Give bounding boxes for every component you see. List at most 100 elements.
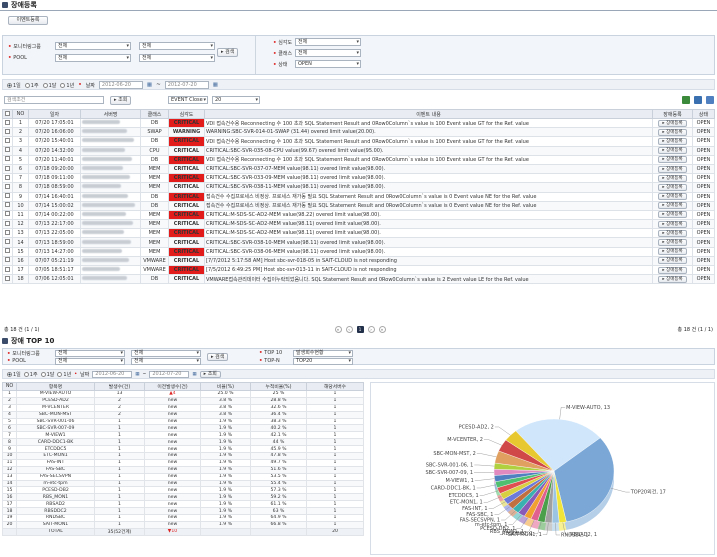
- top10-row[interactable]: 17 RBSAD2 1 new 1.9 % 61.1 % 1: [2, 500, 364, 509]
- top10-query-button[interactable]: ▸ 조회: [199, 371, 221, 378]
- top10-search-button[interactable]: ▸ 검색: [207, 353, 229, 361]
- top10-group-sub-select[interactable]: 전체: [131, 350, 201, 357]
- event-row[interactable]: 9 07/14 16:40:01 DB CRITICAL 접속건수 수집프로세스 비정상…: [2, 191, 715, 202]
- event-row[interactable]: 5 07/20 11:40:01 DB CRITICAL VDI 접속건수용 Recon…: [2, 154, 715, 165]
- row-event-message[interactable]: VDI 접속건수용 Reconnecting 수 100 초과 SQL Stat…: [204, 136, 653, 147]
- row-register-button[interactable]: ▸ 장애등록: [652, 219, 693, 230]
- calendar-icon[interactable]: ▦: [213, 82, 218, 88]
- event-row[interactable]: 11 07/14 00:22:00 MEM CRITICAL CRITICAL:M-SD…: [2, 209, 715, 221]
- calendar-icon[interactable]: ▦: [147, 82, 152, 88]
- period-1day[interactable]: 1일: [7, 82, 21, 89]
- top10-pool-select[interactable]: 전체: [55, 358, 125, 365]
- date-to-input[interactable]: 2012-07-20: [164, 81, 209, 89]
- row-checkbox[interactable]: [2, 182, 13, 193]
- top10-row[interactable]: 18 RBSDDC2 1 new 1.9 % 63 % 1: [2, 507, 364, 516]
- row-register-button[interactable]: ▸ 장애등록: [652, 154, 693, 165]
- top10-row[interactable]: 13 FAS-SECSVPN 1 new 1.9 % 53.5 % 1: [2, 472, 364, 481]
- top10-date-from[interactable]: 2012-06-20: [92, 371, 133, 378]
- page-1[interactable]: 1: [356, 326, 364, 333]
- row-event-message[interactable]: CRITICAL:M-SDS-SC-AD2-MEM value(98.11) o…: [204, 228, 653, 239]
- row-register-button[interactable]: ▸ 장애등록: [652, 246, 693, 257]
- row-register-button[interactable]: ▸ 장애등록: [652, 264, 693, 276]
- top10-row[interactable]: 20 SAIT-MON1 1 new 1.9 % 66.8 % 1: [2, 520, 364, 529]
- top10-period-1week[interactable]: 1주: [23, 371, 38, 378]
- row-event-message[interactable]: [7/5/2012 6:49:25 PM] Host sbc-svr-013-1…: [204, 264, 653, 276]
- event-row[interactable]: 1 07/20 17:05:01 DB CRITICAL VDI 접속건수용 Recon…: [2, 117, 715, 129]
- class-select[interactable]: 전체: [295, 49, 361, 57]
- date-from-input[interactable]: 2012-06-20: [98, 81, 143, 89]
- top10-row[interactable]: 8 CARD-DDC1-BK 1 new 1.9 % 44 % 1: [2, 438, 364, 447]
- event-row[interactable]: 13 07/13 22:05:00 MEM CRITICAL CRITICAL:M-SD…: [2, 228, 715, 239]
- top10-pool-sub-select[interactable]: 전체: [131, 358, 201, 365]
- event-row[interactable]: 3 07/20 15:40:01 DB CRITICAL VDI 접속건수용 Recon…: [2, 136, 715, 147]
- row-checkbox[interactable]: [2, 127, 13, 138]
- event-row[interactable]: 12 07/13 22:17:00 MEM CRITICAL CRITICAL:M-SD…: [2, 219, 715, 230]
- top10-row[interactable]: 9 ETCDDC5 1 new 1.9 % 45.9 % 1: [2, 445, 364, 454]
- event-row[interactable]: 2 07/20 16:06:00 SWAP WARNING WARNING:SBC-SV…: [2, 127, 715, 138]
- row-event-message[interactable]: 접속건수 수집프로세스 비정상. 프로세스 재가동 필요 SQL Stateme…: [204, 200, 653, 211]
- top10-row[interactable]: 12 FAS-SBC 1 new 1.9 % 51.6 % 1: [2, 465, 364, 474]
- event-row[interactable]: 14 07/13 18:59:00 MEM CRITICAL CRITICAL:SBC-…: [2, 237, 715, 248]
- row-register-button[interactable]: ▸ 장애등록: [652, 173, 693, 184]
- row-event-message[interactable]: 접속건수 수집프로세스 비정상. 프로세스 재가동 필요 SQL Stateme…: [204, 191, 653, 202]
- top10-period-1year[interactable]: 1년: [57, 371, 71, 378]
- row-checkbox[interactable]: [2, 173, 13, 184]
- top10-row[interactable]: 2 PCESD-AD2 2 new 3.8 % 28.8 % 1: [2, 396, 364, 405]
- row-checkbox[interactable]: [2, 209, 13, 221]
- refresh-icon[interactable]: [694, 96, 702, 104]
- top10-period-1day[interactable]: 1일: [7, 371, 21, 378]
- row-event-message[interactable]: CRITICAL:SBC-SVR-033-09-MEM value(98.11)…: [204, 173, 653, 184]
- condition-input[interactable]: 검색조건: [4, 96, 104, 104]
- row-checkbox[interactable]: [2, 274, 13, 285]
- row-event-message[interactable]: CRITICAL:SBC-SVR-038-06-MEM value(98.11)…: [204, 246, 653, 257]
- row-event-message[interactable]: CRITICAL:SBC-SVR-037-07-MEM value(98.11)…: [204, 163, 653, 175]
- row-checkbox[interactable]: [2, 228, 13, 239]
- calendar-icon[interactable]: ▦: [192, 372, 196, 377]
- row-checkbox[interactable]: [2, 163, 13, 175]
- row-event-message[interactable]: CRITICAL:M-SDS-SC-AD2-MEM value(98.11) o…: [204, 219, 653, 230]
- row-event-message[interactable]: VDI 접속건수용 Reconnecting 수 100 초과 SQL Stat…: [204, 154, 653, 165]
- top10-row[interactable]: 19 RNDSBC 1 new 1.9 % 64.9 % 1: [2, 514, 364, 522]
- row-register-button[interactable]: ▸ 장애등록: [652, 127, 693, 138]
- calendar-icon[interactable]: ▦: [135, 372, 139, 377]
- row-register-button[interactable]: ▸ 장애등록: [652, 209, 693, 221]
- count-select[interactable]: 20: [212, 96, 260, 104]
- pool-sub-select[interactable]: 전체: [139, 54, 215, 62]
- row-register-button[interactable]: ▸ 장애등록: [652, 237, 693, 248]
- row-event-message[interactable]: CRITICAL:SBC-SVR-038-10-MEM value(98.11)…: [204, 237, 653, 248]
- row-register-button[interactable]: ▸ 장애등록: [652, 117, 693, 129]
- row-checkbox[interactable]: [2, 136, 13, 147]
- row-register-button[interactable]: ▸ 장애등록: [652, 228, 693, 239]
- period-1year[interactable]: 1년: [60, 82, 74, 89]
- prev-page-icon[interactable]: ‹: [345, 326, 353, 333]
- top10-row[interactable]: 1 M-VIEW-AUTO 13 ▲4 25.0 % 25 % 1: [2, 390, 364, 398]
- last-page-icon[interactable]: »: [378, 326, 386, 333]
- event-row[interactable]: 8 07/18 08:59:00 MEM CRITICAL CRITICAL:SBC-S…: [2, 182, 715, 193]
- first-page-icon[interactable]: «: [334, 326, 342, 333]
- row-register-button[interactable]: ▸ 장애등록: [652, 191, 693, 202]
- event-row[interactable]: 4 07/20 14:32:00 CPU CRITICAL CRITICAL:SBC-S…: [2, 145, 715, 156]
- monitoring-group-select[interactable]: 전체: [55, 42, 131, 50]
- row-register-button[interactable]: ▸ 장애등록: [652, 200, 693, 211]
- event-close-select[interactable]: EVENT Close: [168, 96, 208, 104]
- top10-row[interactable]: 14 m-etc-tpm 1 new 1.9 % 55.4 % 1: [2, 479, 364, 488]
- query-button[interactable]: ▸ 조회: [110, 96, 132, 105]
- event-row[interactable]: 6 07/18 09:20:00 MEM CRITICAL CRITICAL:SBC-S…: [2, 163, 715, 175]
- row-register-button[interactable]: ▸ 장애등록: [652, 182, 693, 193]
- row-checkbox[interactable]: [2, 145, 13, 156]
- row-checkbox[interactable]: [2, 237, 13, 248]
- row-checkbox[interactable]: [2, 117, 13, 129]
- top10-select[interactable]: 발생회수현황: [293, 350, 353, 357]
- top10-group-select[interactable]: 전체: [55, 350, 125, 357]
- print-icon[interactable]: [706, 96, 714, 104]
- row-checkbox[interactable]: [2, 219, 13, 230]
- top10-row[interactable]: 11 FAS-INT 1 new 1.9 % 49.7 % 1: [2, 458, 364, 467]
- event-row[interactable]: 18 07/06 12:05:01 DB CRITICAL VMWARE접속관리데이터 …: [2, 274, 715, 285]
- row-checkbox[interactable]: [2, 264, 13, 276]
- top10-row[interactable]: 10 ETC-MON1 1 new 1.9 % 47.8 % 1: [2, 452, 364, 460]
- row-register-button[interactable]: ▸ 장애등록: [652, 136, 693, 147]
- top10-row[interactable]: 5 SBC-SVR-001-06 1 new 1.9 % 38.3 % 1: [2, 417, 364, 426]
- severity-select[interactable]: 전체: [295, 38, 361, 46]
- row-event-message[interactable]: CRITICAL:SBC-SVR-038-11-MEM value(98.11)…: [204, 182, 653, 193]
- register-event-button[interactable]: 이벤트등록: [8, 16, 48, 25]
